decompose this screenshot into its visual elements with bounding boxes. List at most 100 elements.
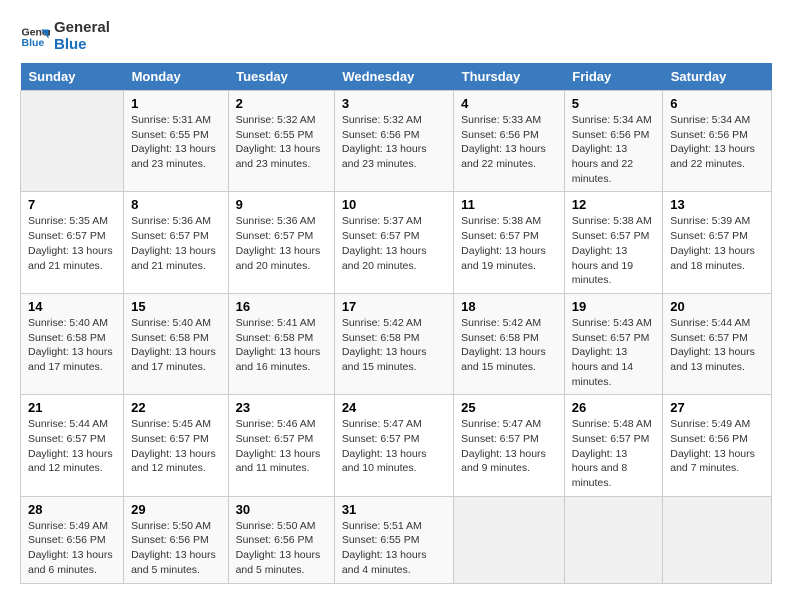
day-number: 9 [236,197,327,212]
logo: General Blue General Blue [20,20,110,53]
calendar-cell: 5 Sunrise: 5:34 AMSunset: 6:56 PMDaylight… [564,91,662,192]
day-number: 26 [572,400,655,415]
calendar-week-5: 28 Sunrise: 5:49 AMSunset: 6:56 PMDayligh… [21,496,772,583]
day-info: Sunrise: 5:39 AMSunset: 6:57 PMDaylight:… [670,214,764,273]
day-info: Sunrise: 5:51 AMSunset: 6:55 PMDaylight:… [342,519,446,578]
day-number: 22 [131,400,221,415]
day-info: Sunrise: 5:45 AMSunset: 6:57 PMDaylight:… [131,417,221,476]
day-info: Sunrise: 5:48 AMSunset: 6:57 PMDaylight:… [572,417,655,490]
col-header-saturday: Saturday [663,63,772,91]
col-header-friday: Friday [564,63,662,91]
day-info: Sunrise: 5:35 AMSunset: 6:57 PMDaylight:… [28,214,116,273]
day-info: Sunrise: 5:33 AMSunset: 6:56 PMDaylight:… [461,113,557,172]
day-number: 19 [572,299,655,314]
day-number: 23 [236,400,327,415]
calendar-cell: 16 Sunrise: 5:41 AMSunset: 6:58 PMDayligh… [228,293,334,394]
day-number: 7 [28,197,116,212]
day-info: Sunrise: 5:34 AMSunset: 6:56 PMDaylight:… [670,113,764,172]
day-number: 12 [572,197,655,212]
day-number: 5 [572,96,655,111]
day-info: Sunrise: 5:38 AMSunset: 6:57 PMDaylight:… [572,214,655,287]
calendar-cell: 4 Sunrise: 5:33 AMSunset: 6:56 PMDaylight… [454,91,565,192]
day-number: 28 [28,502,116,517]
calendar-cell: 26 Sunrise: 5:48 AMSunset: 6:57 PMDayligh… [564,395,662,496]
day-info: Sunrise: 5:43 AMSunset: 6:57 PMDaylight:… [572,316,655,389]
day-info: Sunrise: 5:49 AMSunset: 6:56 PMDaylight:… [670,417,764,476]
calendar-cell: 28 Sunrise: 5:49 AMSunset: 6:56 PMDayligh… [21,496,124,583]
day-info: Sunrise: 5:34 AMSunset: 6:56 PMDaylight:… [572,113,655,186]
day-number: 16 [236,299,327,314]
calendar-cell: 11Sunrise: 5:38 AMSunset: 6:57 PMDayligh… [454,192,565,293]
calendar-cell: 20 Sunrise: 5:44 AMSunset: 6:57 PMDayligh… [663,293,772,394]
calendar-cell: 2 Sunrise: 5:32 AMSunset: 6:55 PMDaylight… [228,91,334,192]
page-header: General Blue General Blue [20,20,772,53]
day-info: Sunrise: 5:49 AMSunset: 6:56 PMDaylight:… [28,519,116,578]
day-info: Sunrise: 5:32 AMSunset: 6:56 PMDaylight:… [342,113,446,172]
day-number: 25 [461,400,557,415]
day-info: Sunrise: 5:50 AMSunset: 6:56 PMDaylight:… [131,519,221,578]
day-info: Sunrise: 5:50 AMSunset: 6:56 PMDaylight:… [236,519,327,578]
calendar-cell: 1Sunrise: 5:31 AMSunset: 6:55 PMDaylight… [124,91,229,192]
calendar-cell: 18 Sunrise: 5:42 AMSunset: 6:58 PMDayligh… [454,293,565,394]
day-number: 10 [342,197,446,212]
calendar-cell: 19 Sunrise: 5:43 AMSunset: 6:57 PMDayligh… [564,293,662,394]
day-info: Sunrise: 5:44 AMSunset: 6:57 PMDaylight:… [670,316,764,375]
day-number: 8 [131,197,221,212]
calendar-cell: 15Sunrise: 5:40 AMSunset: 6:58 PMDayligh… [124,293,229,394]
svg-text:Blue: Blue [22,37,45,49]
day-info: Sunrise: 5:38 AMSunset: 6:57 PMDaylight:… [461,214,557,273]
calendar-cell: 27 Sunrise: 5:49 AMSunset: 6:56 PMDayligh… [663,395,772,496]
day-number: 17 [342,299,446,314]
day-info: Sunrise: 5:46 AMSunset: 6:57 PMDaylight:… [236,417,327,476]
logo-general: General [54,20,110,37]
day-info: Sunrise: 5:40 AMSunset: 6:58 PMDaylight:… [28,316,116,375]
calendar-week-2: 7 Sunrise: 5:35 AMSunset: 6:57 PMDaylight… [21,192,772,293]
day-number: 31 [342,502,446,517]
day-number: 24 [342,400,446,415]
calendar-cell: 22 Sunrise: 5:45 AMSunset: 6:57 PMDayligh… [124,395,229,496]
logo-icon: General Blue [20,22,50,52]
calendar-cell: 13 Sunrise: 5:39 AMSunset: 6:57 PMDayligh… [663,192,772,293]
calendar-cell [564,496,662,583]
day-number: 14 [28,299,116,314]
calendar-cell: 24 Sunrise: 5:47 AMSunset: 6:57 PMDayligh… [334,395,453,496]
calendar-cell: 6 Sunrise: 5:34 AMSunset: 6:56 PMDaylight… [663,91,772,192]
col-header-thursday: Thursday [454,63,565,91]
calendar-week-4: 21Sunrise: 5:44 AMSunset: 6:57 PMDayligh… [21,395,772,496]
col-header-tuesday: Tuesday [228,63,334,91]
col-header-sunday: Sunday [21,63,124,91]
day-info: Sunrise: 5:44 AMSunset: 6:57 PMDaylight:… [28,417,116,476]
day-info: Sunrise: 5:42 AMSunset: 6:58 PMDaylight:… [342,316,446,375]
day-number: 29 [131,502,221,517]
day-number: 6 [670,96,764,111]
day-info: Sunrise: 5:47 AMSunset: 6:57 PMDaylight:… [461,417,557,476]
day-info: Sunrise: 5:31 AMSunset: 6:55 PMDaylight:… [131,113,221,172]
day-number: 3 [342,96,446,111]
calendar-header-row: SundayMondayTuesdayWednesdayThursdayFrid… [21,63,772,91]
calendar-cell: 23 Sunrise: 5:46 AMSunset: 6:57 PMDayligh… [228,395,334,496]
calendar-cell: 9Sunrise: 5:36 AMSunset: 6:57 PMDaylight… [228,192,334,293]
day-info: Sunrise: 5:36 AMSunset: 6:57 PMDaylight:… [131,214,221,273]
day-number: 15 [131,299,221,314]
day-number: 20 [670,299,764,314]
calendar-table: SundayMondayTuesdayWednesdayThursdayFrid… [20,63,772,584]
day-number: 4 [461,96,557,111]
calendar-cell: 29 Sunrise: 5:50 AMSunset: 6:56 PMDayligh… [124,496,229,583]
day-number: 30 [236,502,327,517]
calendar-cell: 31 Sunrise: 5:51 AMSunset: 6:55 PMDayligh… [334,496,453,583]
day-info: Sunrise: 5:42 AMSunset: 6:58 PMDaylight:… [461,316,557,375]
day-number: 18 [461,299,557,314]
calendar-week-1: 1Sunrise: 5:31 AMSunset: 6:55 PMDaylight… [21,91,772,192]
day-info: Sunrise: 5:32 AMSunset: 6:55 PMDaylight:… [236,113,327,172]
calendar-cell: 3 Sunrise: 5:32 AMSunset: 6:56 PMDaylight… [334,91,453,192]
day-info: Sunrise: 5:47 AMSunset: 6:57 PMDaylight:… [342,417,446,476]
day-info: Sunrise: 5:37 AMSunset: 6:57 PMDaylight:… [342,214,446,273]
day-number: 2 [236,96,327,111]
day-info: Sunrise: 5:41 AMSunset: 6:58 PMDaylight:… [236,316,327,375]
calendar-cell: 7 Sunrise: 5:35 AMSunset: 6:57 PMDaylight… [21,192,124,293]
day-number: 13 [670,197,764,212]
calendar-cell [21,91,124,192]
calendar-cell: 17 Sunrise: 5:42 AMSunset: 6:58 PMDayligh… [334,293,453,394]
calendar-cell: 25 Sunrise: 5:47 AMSunset: 6:57 PMDayligh… [454,395,565,496]
day-number: 27 [670,400,764,415]
